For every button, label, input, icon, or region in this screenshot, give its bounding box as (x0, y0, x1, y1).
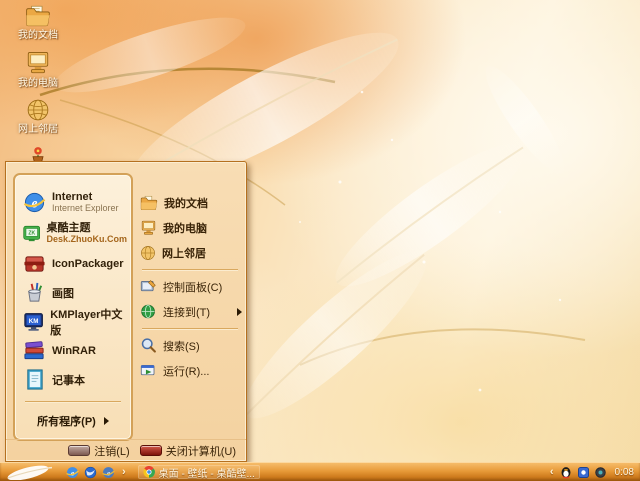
menu-item-title: 桌酷主题 (46, 221, 91, 234)
feather-start-icon (7, 465, 52, 480)
desktop-icons: 我的文档 我的电脑 网上邻居 (6, 4, 70, 177)
menu-item-notepad[interactable]: 记事本 (15, 365, 131, 394)
taskbar-task-button[interactable]: 桌面 - 壁纸 - 桌酷壁... (137, 465, 260, 480)
svg-text:e: e (32, 195, 38, 210)
zhuoku-theme-icon: ZK (23, 225, 41, 242)
internet-explorer-icon: e (23, 192, 46, 213)
desktop-icon-my-computer[interactable]: 我的电脑 (6, 50, 70, 89)
volume-tray-icon[interactable] (594, 466, 607, 479)
search-icon (141, 338, 156, 353)
my-computer-icon (141, 220, 156, 235)
menu-item-title: IconPackager (52, 257, 124, 270)
shutdown-label: 关闭计算机(U) (165, 445, 236, 458)
all-programs-button[interactable]: 所有程序(P) (15, 407, 131, 435)
quick-launch-bar: e e › (62, 466, 132, 479)
desktop-icon-label: 我的文档 (18, 30, 58, 41)
menu-separator (142, 269, 238, 270)
menu-item-winrar[interactable]: WinRAR (15, 336, 131, 365)
shutdown-icon (139, 445, 162, 456)
taskbar: e e › 桌面 - 壁纸 - 桌酷壁... ‹ 0:08 (0, 462, 640, 481)
menu-item-internet[interactable]: e Internet Internet Explorer (15, 187, 131, 218)
menu-item-run[interactable]: 运行(R)... (138, 358, 242, 383)
menu-item-label: 连接到(T) (163, 306, 211, 319)
menu-item-label: 控制面板(C) (163, 281, 223, 294)
ie-quicklaunch-icon[interactable]: e (66, 466, 79, 479)
menu-item-my-documents[interactable]: 我的文档 (138, 190, 242, 215)
desktop-icon-label: 网上邻居 (18, 124, 58, 135)
start-menu-power-strip: 注销(L) 关闭计算机(U) (6, 439, 246, 461)
menu-item-title: 记事本 (52, 374, 85, 387)
menu-item-control-panel[interactable]: 控制面板(C) (138, 274, 242, 299)
network-globe-icon (141, 245, 155, 260)
connect-to-icon (141, 304, 155, 319)
submenu-arrow-icon (103, 417, 109, 425)
menu-item-zhuoku-theme[interactable]: ZK 桌酷主题 Desk.ZhuoKu.Com (15, 218, 131, 249)
shutdown-button[interactable]: 关闭计算机(U) (139, 443, 236, 459)
menu-item-paint[interactable]: 画图 (15, 278, 131, 307)
menu-item-kmplayer[interactable]: KM KMPlayer中文版 (15, 307, 131, 337)
svg-text:ZK: ZK (28, 231, 35, 237)
my-computer-icon (27, 52, 49, 74)
winrar-icon (24, 341, 44, 360)
globe-quicklaunch-icon[interactable] (84, 466, 97, 479)
menu-item-label: 搜索(S) (163, 340, 200, 353)
menu-item-label: 网上邻居 (162, 247, 206, 260)
network-places-icon (27, 99, 49, 121)
submenu-arrow-icon (237, 307, 242, 316)
menu-item-network-places[interactable]: 网上邻居 (138, 240, 242, 265)
svg-text:KM: KM (29, 318, 39, 325)
chrome-icon (143, 466, 155, 478)
menu-item-title: WinRAR (52, 344, 96, 357)
start-menu: e Internet Internet Explorer ZK 桌酷主题 Des… (5, 161, 247, 462)
menu-item-title: Internet (52, 190, 93, 203)
menu-separator (142, 328, 238, 329)
menu-item-subtitle: Desk.ZhuoKu.Com (46, 233, 127, 244)
menu-item-title: KMPlayer中文版 (50, 308, 123, 337)
taskbar-clock[interactable]: 0:08 (611, 467, 634, 478)
browser-quicklaunch-icon[interactable]: e (102, 466, 115, 479)
desktop-icon-label: 我的电脑 (18, 78, 58, 89)
my-documents-folder-icon (140, 195, 158, 210)
log-off-button[interactable]: 注销(L) (68, 443, 130, 459)
start-button[interactable] (0, 463, 62, 481)
desktop-icon-network-places[interactable]: 网上邻居 (6, 98, 70, 135)
desktop-icon-my-documents[interactable]: 我的文档 (6, 4, 70, 41)
menu-item-search[interactable]: 搜索(S) (138, 333, 242, 358)
iconpackager-icon (24, 256, 45, 272)
menu-item-iconpackager[interactable]: IconPackager (15, 249, 131, 278)
menu-item-label: 我的电脑 (163, 222, 207, 235)
paint-icon (28, 282, 43, 302)
menu-separator (25, 401, 121, 402)
messenger-tray-icon[interactable] (577, 466, 590, 479)
menu-item-subtitle: Internet Explorer (52, 202, 119, 213)
run-icon (140, 364, 155, 376)
qq-icon[interactable] (560, 466, 573, 479)
quick-launch-expand-icon[interactable]: › (120, 466, 128, 478)
menu-item-label: 我的文档 (164, 197, 208, 210)
menu-item-connect-to[interactable]: 连接到(T) (138, 299, 242, 324)
log-off-icon (68, 445, 91, 456)
start-menu-program-panel: e Internet Internet Explorer ZK 桌酷主题 Des… (13, 173, 133, 441)
tray-collapse-icon[interactable]: ‹ (548, 466, 556, 478)
menu-item-title: 画图 (52, 287, 74, 300)
start-menu-places-column: 我的文档 我的电脑 网上邻居 控制面板(C) 连接到(T) 搜索(S) 运行(R… (138, 176, 242, 383)
menu-item-my-computer[interactable]: 我的电脑 (138, 215, 242, 240)
task-button-label: 桌面 - 壁纸 - 桌酷壁... (158, 468, 255, 480)
menu-item-label: 运行(R)... (163, 365, 210, 378)
kmplayer-icon: KM (24, 313, 43, 331)
my-documents-icon (26, 5, 50, 27)
all-programs-label: 所有程序(P) (37, 416, 96, 428)
notepad-icon (27, 369, 43, 390)
system-tray: ‹ 0:08 (548, 466, 640, 479)
log-off-label: 注销(L) (94, 445, 130, 458)
control-panel-icon (140, 280, 156, 292)
